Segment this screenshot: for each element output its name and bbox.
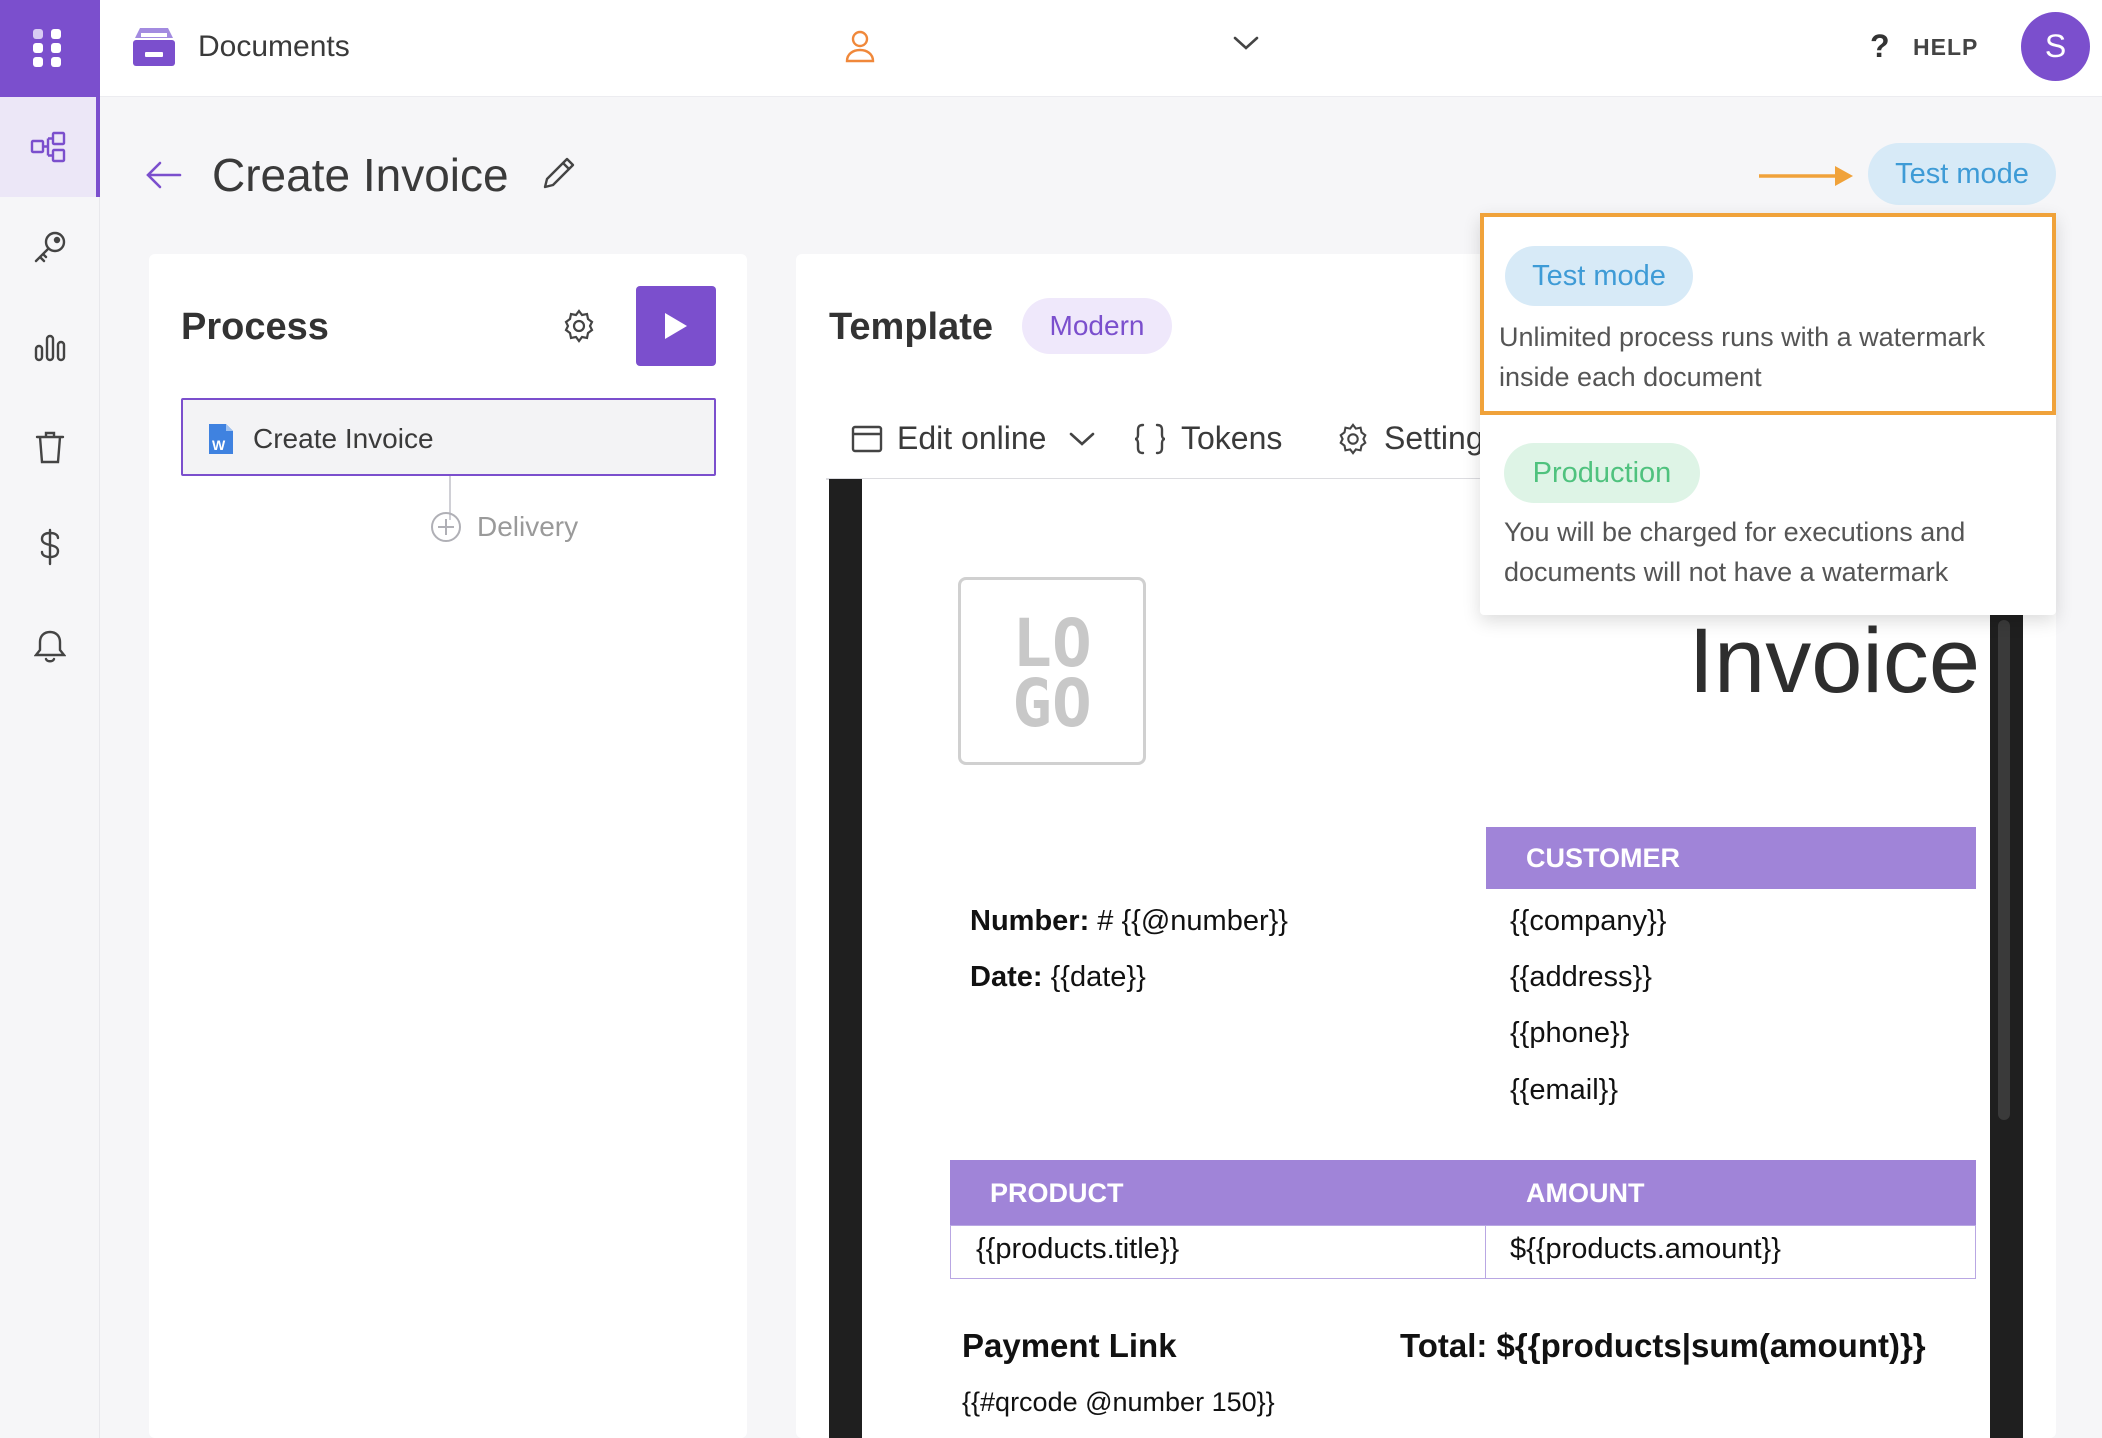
customer-company: {{company}} [1510,905,1667,937]
date-value: {{date}} [1050,961,1146,993]
bar-chart-icon [34,334,66,362]
help-link[interactable]: HELP [1913,34,1978,61]
test-mode-badge: Test mode [1505,246,1693,306]
template-title: Template [829,306,994,348]
svg-text:W: W [212,437,226,453]
key-icon [34,231,66,263]
edit-online-button[interactable]: Edit online [851,420,1110,457]
total-label: Total: ${{products|sum(amount)}} [1400,1327,1926,1364]
payment-link-label: Payment Link [962,1327,1177,1364]
invoice-date: Date: {{date}} [970,961,1146,994]
invoice-number: Number: # {{@number}} [970,905,1288,938]
production-description-line2: documents will not have a watermark [1504,557,1949,587]
app-grid-button[interactable] [0,0,100,97]
edit-online-label: Edit online [897,420,1047,456]
amount-column-header: AMOUNT [1486,1160,1976,1225]
settings-gear-icon [1339,422,1367,455]
template-style-badge[interactable]: Modern [1022,298,1172,354]
logo-text-bottom: GO [1012,665,1091,742]
preview-scrollbar[interactable] [1998,620,2010,1120]
chevron-down-icon[interactable] [1068,430,1096,448]
pencil-icon[interactable] [541,155,577,191]
settings-label: Setting [1384,420,1484,456]
app-title: Documents [198,30,350,63]
user-icon[interactable] [845,29,875,63]
product-column-header: PRODUCT [950,1160,1486,1225]
sidebar-item-analytics[interactable] [0,297,100,397]
trash-icon [35,431,65,464]
sidebar-item-api-keys[interactable] [0,197,100,297]
mode-toggle-button[interactable]: Test mode [1868,143,2056,205]
window-icon [851,425,883,452]
invoice-title: Invoice [1688,610,1981,712]
product-title-token: {{products.title}} [976,1233,1180,1265]
sidebar [0,0,100,1438]
production-badge: Production [1504,443,1700,503]
run-process-button[interactable] [636,286,716,366]
grid-icon [33,28,61,67]
customer-address: {{address}} [1510,961,1652,993]
word-document-icon: W [209,424,233,454]
sidebar-item-notifications[interactable] [0,597,100,697]
customer-email: {{email}} [1510,1074,1619,1106]
qrcode-token: {{#qrcode @number 150}} [962,1387,1275,1417]
production-description: You will be charged for executions and d… [1504,512,2044,592]
user-avatar[interactable]: S [2021,12,2090,81]
number-value: # {{@number}} [1097,905,1288,937]
product-amount-token: ${{products.amount}} [1510,1233,1781,1265]
sidebar-item-billing[interactable] [0,497,100,597]
logo-placeholder-image: LO GO [1012,605,1091,742]
sidebar-item-trash[interactable] [0,397,100,497]
play-icon [665,313,687,339]
number-label: Number: [970,905,1090,937]
workflow-icon [30,131,66,163]
mode-dropdown: Test mode Unlimited process runs with a … [1480,213,2056,615]
documents-app-icon [133,28,175,66]
add-delivery-button[interactable]: Delivery [429,510,578,544]
help-icon[interactable]: ? [1870,28,1890,65]
settings-button[interactable]: Setting [1336,420,1484,457]
customer-header: CUSTOMER [1486,827,1976,889]
test-mode-description-line2: inside each document [1499,362,1762,392]
customer-phone: {{phone}} [1510,1017,1630,1049]
process-title: Process [181,306,329,348]
bell-icon [34,630,66,663]
test-mode-description: Unlimited process runs with a watermark … [1499,317,2039,397]
mode-option-production[interactable]: Production You will be charged for execu… [1480,415,2056,615]
tokens-label: Tokens [1181,420,1283,456]
braces-icon [1134,423,1166,454]
dollar-icon [40,528,60,566]
production-description-line1: You will be charged for executions and [1504,517,1966,547]
document-preview: LO GO Invoice CUSTOMER Number: # {{@numb… [862,479,1990,1438]
sidebar-item-workflows[interactable] [0,97,100,197]
process-panel: Process W Create Invoice Delivery [149,254,747,1438]
settings-gear-icon[interactable] [561,308,597,344]
tokens-button[interactable]: Tokens [1133,420,1282,457]
process-step-create-invoice[interactable]: W Create Invoice [181,398,716,476]
plus-circle-icon [431,512,461,542]
logo-placeholder: LO GO [958,577,1146,765]
step-label: Create Invoice [253,423,434,454]
date-label: Date: [970,961,1043,993]
mode-option-test[interactable]: Test mode Unlimited process runs with a … [1480,213,2056,415]
callout-arrow-icon [1759,166,1853,186]
page-title: Create Invoice [212,149,509,201]
test-mode-description-line1: Unlimited process runs with a watermark [1499,322,1986,352]
chevron-down-icon[interactable] [1232,34,1260,52]
back-arrow-icon[interactable] [146,160,182,190]
add-delivery-label: Delivery [477,511,579,542]
top-bar: Documents ? HELP S [100,0,2102,97]
